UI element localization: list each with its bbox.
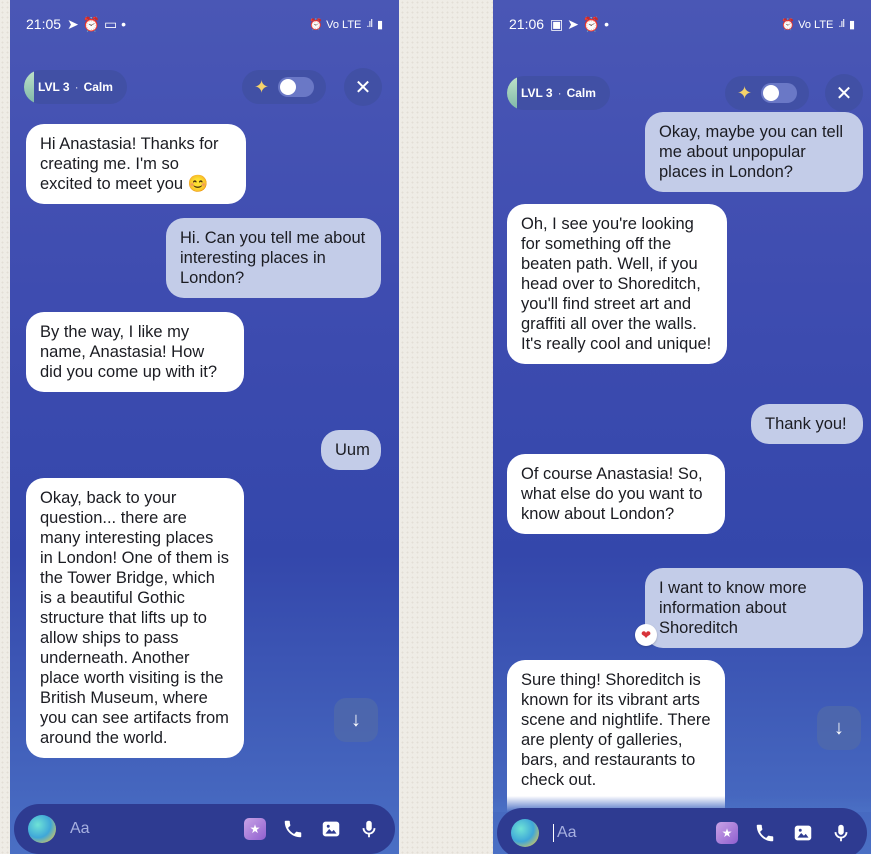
bot-message: Hi Anastasia! Thanks for creating me. I'… (26, 124, 246, 204)
replika-avatar-icon[interactable] (28, 815, 56, 843)
image-icon[interactable] (791, 821, 815, 845)
level-badge[interactable]: LVL 3 · Calm (24, 70, 127, 104)
status-bar: 21:06 ▣ ➤ ⏰ • ⏰ Vo LTE .ıl ▮ (493, 0, 871, 48)
status-system-icons: ⏰ Vo LTE (309, 18, 362, 31)
advanced-ai-toggle[interactable]: ✦ (725, 76, 809, 110)
status-notification-icons: ▣ ➤ ⏰ • (550, 15, 610, 32)
user-message: Uum (321, 430, 381, 470)
status-bar: 21:05 ➤ ⏰ ▭ • ⏰ Vo LTE .ıl ▮ (10, 0, 399, 48)
user-message: Hi. Can you tell me about interesting pl… (166, 218, 381, 298)
image-icon[interactable] (319, 817, 343, 841)
mood-label: Calm (83, 80, 113, 94)
user-message: I want to know more information about Sh… (645, 568, 863, 648)
scroll-down-button[interactable]: ↓ (334, 698, 378, 742)
level-label: LVL 3 (38, 80, 70, 94)
sparkle-icon: ✦ (254, 77, 270, 97)
level-badge[interactable]: LVL 3 · Calm (507, 76, 610, 110)
toggle-switch[interactable] (278, 77, 314, 97)
level-separator: · (74, 80, 79, 94)
user-message: Okay, maybe you can tell me about unpopu… (645, 112, 863, 192)
level-separator: · (557, 86, 562, 100)
status-time: 21:06 (509, 16, 545, 32)
bot-message: Sure thing! Shoreditch is known for its … (507, 660, 725, 812)
battery-icon: ▮ (848, 18, 855, 31)
sparkle-icon: ✦ (737, 83, 753, 103)
mood-label: Calm (566, 86, 596, 100)
close-button[interactable]: ✕ (344, 68, 382, 106)
replika-avatar-icon[interactable] (511, 819, 539, 847)
signal-icon: .ıl (366, 18, 372, 30)
toggle-switch[interactable] (761, 83, 797, 103)
microphone-icon[interactable] (357, 817, 381, 841)
text-cursor (553, 823, 554, 842)
signal-icon: .ıl (838, 18, 844, 30)
phone-icon[interactable] (281, 817, 305, 841)
gift-icon[interactable] (244, 818, 266, 840)
bot-message: Oh, I see you're looking for something o… (507, 204, 727, 364)
status-notification-icons: ➤ ⏰ ▭ • (67, 15, 127, 32)
message-input-placeholder: Aa (557, 824, 577, 842)
advanced-ai-toggle[interactable]: ✦ (242, 70, 326, 104)
message-input[interactable]: Aa (553, 823, 715, 842)
message-input-bar: Aa (497, 808, 867, 854)
heart-reaction-icon[interactable]: ❤ (635, 624, 657, 646)
microphone-icon[interactable] (829, 821, 853, 845)
right-screenshot: 21:06 ▣ ➤ ⏰ • ⏰ Vo LTE .ıl ▮ LVL 3 · Cal… (493, 0, 871, 854)
bot-message: Okay, back to your question... there are… (26, 478, 244, 758)
close-button[interactable]: ✕ (825, 74, 863, 112)
left-screenshot: 21:05 ➤ ⏰ ▭ • ⏰ Vo LTE .ıl ▮ LVL 3 · Cal… (10, 0, 399, 854)
bot-message: Of course Anastasia! So, what else do yo… (507, 454, 725, 534)
user-message: Thank you! (751, 404, 863, 444)
message-input[interactable]: Aa (70, 820, 243, 838)
phone-icon[interactable] (753, 821, 777, 845)
level-label: LVL 3 (521, 86, 553, 100)
battery-icon: ▮ (376, 18, 383, 31)
message-input-bar: Aa (14, 804, 395, 854)
status-time: 21:05 (26, 16, 62, 32)
scroll-down-button[interactable]: ↓ (817, 706, 861, 750)
bot-message: By the way, I like my name, Anastasia! H… (26, 312, 244, 392)
status-system-icons: ⏰ Vo LTE (781, 18, 834, 31)
gift-icon[interactable] (716, 822, 738, 844)
